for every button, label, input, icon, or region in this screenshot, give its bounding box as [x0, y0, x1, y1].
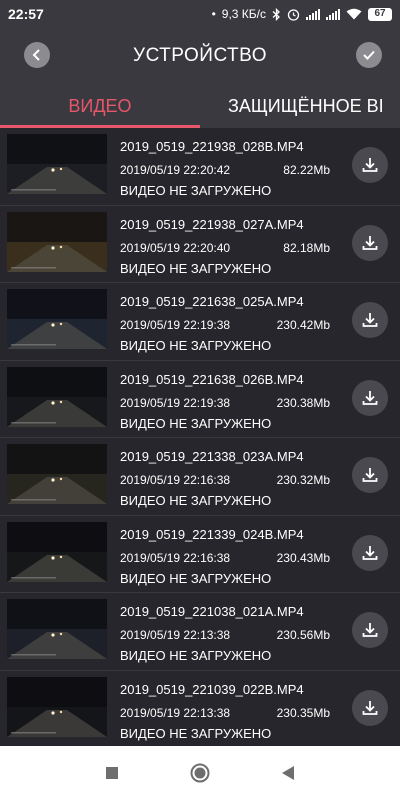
- list-item[interactable]: 2019_0519_221638_025A.MP4 2019/05/19 22:1…: [0, 283, 400, 361]
- download-status: ВИДЕО НЕ ЗАГРУЖЕНО: [120, 725, 272, 741]
- list-item[interactable]: 2019_0519_221338_023A.MP4 2019/05/19 22:1…: [0, 438, 400, 516]
- video-thumbnail[interactable]: [7, 211, 107, 272]
- check-icon: [363, 50, 375, 60]
- system-navbar: [0, 746, 400, 800]
- download-status: ВИДЕО НЕ ЗАГРУЖЕНО: [120, 260, 272, 276]
- tab-video[interactable]: ВИДЕО: [0, 84, 200, 128]
- confirm-button[interactable]: [356, 42, 382, 68]
- download-icon: [362, 158, 378, 172]
- file-size: 230.35Mb: [276, 705, 330, 720]
- bluetooth-icon: [272, 7, 280, 21]
- download-button[interactable]: [352, 302, 388, 338]
- file-size: 82.22Mb: [283, 163, 330, 177]
- download-button[interactable]: [352, 224, 388, 261]
- tab-protected-video[interactable]: ЗАЩИЩЁННОЕ ВІ: [200, 84, 400, 128]
- list-item[interactable]: 2019_0519_221938_027A.MP4 2019/05/19 22:2…: [0, 206, 400, 283]
- page-title: УСТРОЙСТВО: [133, 45, 267, 66]
- file-date: 2019/05/19 22:19:38: [120, 395, 231, 410]
- video-thumbnail[interactable]: [7, 444, 107, 504]
- file-size: 230.56Mb: [276, 628, 330, 642]
- status-time: 22:57: [8, 6, 44, 22]
- download-status: ВИДЕО НЕ ЗАГРУЖЕНО: [120, 415, 272, 431]
- file-date: 2019/05/19 22:20:42: [120, 163, 231, 177]
- status-bar: 22:57 • 9,3 КБ/с 67: [0, 0, 400, 28]
- file-size: 230.32Mb: [276, 473, 330, 487]
- home-icon[interactable]: [189, 762, 211, 784]
- header: УСТРОЙСТВО: [0, 28, 400, 84]
- file-name: 2019_0519_221938_028B.MP4: [120, 139, 304, 154]
- download-status: ВИДЕО НЕ ЗАГРУЖЕНО: [120, 338, 272, 353]
- battery-icon: 67: [368, 7, 392, 21]
- file-size: 82.18Mb: [283, 240, 330, 255]
- download-icon: [362, 468, 378, 482]
- file-size: 230.43Mb: [276, 550, 330, 565]
- video-list: 2019_0519_221938_028B.MP4 2019/05/19 22:2…: [0, 128, 400, 746]
- download-button[interactable]: [352, 534, 388, 571]
- download-button[interactable]: [352, 689, 388, 726]
- network-speed: 9,3 КБ/с: [221, 7, 266, 21]
- file-name: 2019_0519_221638_026B.MP4: [120, 371, 304, 387]
- list-item[interactable]: 2019_0519_221638_026B.MP4 2019/05/19 22:1…: [0, 361, 400, 438]
- list-item[interactable]: 2019_0519_221339_024B.MP4 2019/05/19 22:1…: [0, 516, 400, 593]
- video-thumbnail[interactable]: [7, 366, 107, 427]
- video-thumbnail[interactable]: [7, 599, 107, 659]
- file-date: 2019/05/19 22:13:38: [120, 628, 231, 642]
- list-item[interactable]: 2019_0519_221938_028B.MP4 2019/05/19 22:2…: [0, 128, 400, 206]
- video-thumbnail[interactable]: [7, 676, 107, 737]
- file-date: 2019/05/19 22:13:38: [120, 705, 231, 720]
- tab-bar: ВИДЕО ЗАЩИЩЁННОЕ ВІ: [0, 84, 400, 128]
- download-icon: [362, 545, 378, 560]
- download-icon: [362, 390, 378, 405]
- list-item[interactable]: 2019_0519_221039_022B.MP4 2019/05/19 22:1…: [0, 671, 400, 747]
- download-status: ВИДЕО НЕ ЗАГРУЖЕНО: [120, 570, 272, 586]
- video-thumbnail[interactable]: [7, 521, 107, 582]
- download-status: ВИДЕО НЕ ЗАГРУЖЕНО: [120, 493, 272, 508]
- status-right: • 9,3 КБ/с 67: [212, 7, 392, 21]
- back-button[interactable]: [24, 42, 50, 68]
- file-date: 2019/05/19 22:16:38: [120, 473, 231, 487]
- wifi-icon: [346, 8, 362, 20]
- file-name: 2019_0519_221038_021A.MP4: [120, 604, 304, 619]
- download-icon: [362, 700, 378, 715]
- signal-icon: [306, 8, 320, 20]
- back-icon[interactable]: [281, 765, 295, 781]
- download-button[interactable]: [352, 612, 388, 648]
- video-thumbnail[interactable]: [7, 134, 107, 194]
- file-date: 2019/05/19 22:16:38: [120, 550, 231, 565]
- download-icon: [362, 313, 378, 327]
- download-status: ВИДЕО НЕ ЗАГРУЖЕНО: [120, 648, 272, 663]
- file-date: 2019/05/19 22:20:40: [120, 240, 231, 255]
- download-button[interactable]: [352, 379, 388, 416]
- file-size: 230.42Mb: [276, 318, 330, 332]
- file-name: 2019_0519_221039_022B.MP4: [120, 681, 304, 697]
- file-name: 2019_0519_221938_027A.MP4: [120, 216, 304, 232]
- signal-icon: [326, 8, 340, 20]
- download-button[interactable]: [352, 147, 388, 183]
- alarm-icon: [287, 8, 300, 21]
- more-dots-icon: •: [211, 7, 216, 21]
- download-icon: [362, 235, 378, 250]
- list-item[interactable]: 2019_0519_221038_021A.MP4 2019/05/19 22:1…: [0, 593, 400, 671]
- file-date: 2019/05/19 22:19:38: [120, 318, 231, 332]
- download-status: ВИДЕО НЕ ЗАГРУЖЕНО: [120, 183, 272, 198]
- recent-apps-icon[interactable]: [105, 766, 119, 780]
- file-name: 2019_0519_221638_025A.MP4: [120, 294, 304, 309]
- download-button[interactable]: [352, 457, 388, 493]
- file-name: 2019_0519_221338_023A.MP4: [120, 449, 304, 464]
- file-name: 2019_0519_221339_024B.MP4: [120, 526, 304, 542]
- video-thumbnail[interactable]: [7, 289, 107, 349]
- file-size: 230.38Mb: [276, 395, 330, 410]
- chevron-left-icon: [32, 49, 40, 61]
- download-icon: [362, 623, 378, 637]
